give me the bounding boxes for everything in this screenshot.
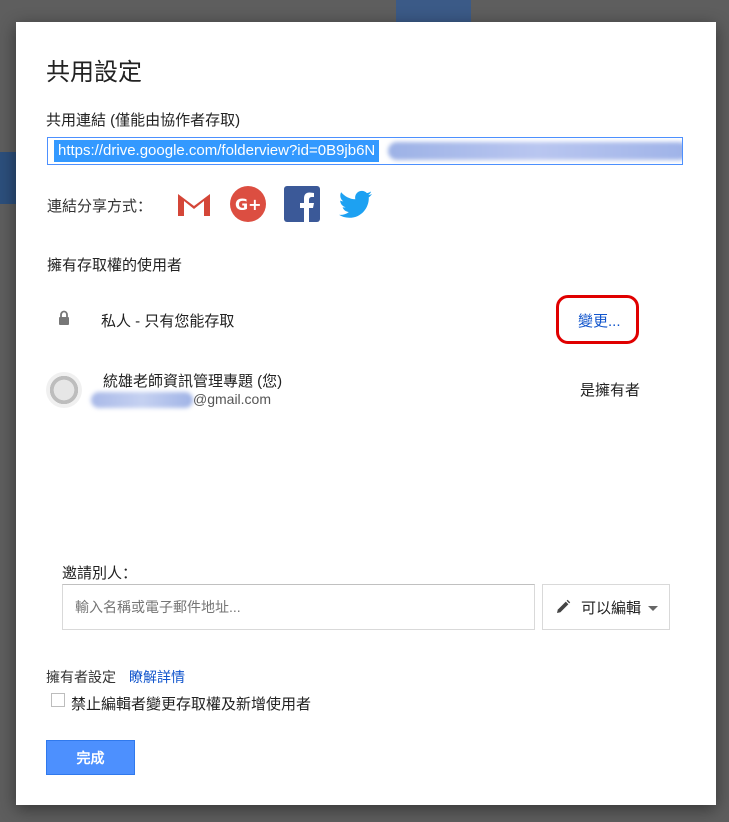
owner-role: 是擁有者 [580, 382, 641, 399]
restrict-editors-label: 禁止編輯者變更存取權及新增使用者 [71, 696, 312, 713]
share-link-field[interactable]: https://drive.google.com/folderview?id=0… [47, 137, 683, 165]
access-level-text: 私人 - 只有您能存取 [101, 313, 235, 330]
email-redaction-blur [91, 392, 193, 408]
avatar [46, 372, 82, 408]
gmail-icon[interactable] [174, 184, 214, 224]
share-via-label: 連結分享方式： [47, 198, 153, 215]
svg-text:G+: G+ [235, 195, 262, 214]
sharing-dialog: 共用設定 共用連結 (僅能由協作者存取) https://drive.googl… [16, 22, 716, 805]
share-link-label: 共用連結 (僅能由協作者存取) [46, 112, 241, 129]
share-link-value: https://drive.google.com/folderview?id=0… [54, 140, 380, 162]
twitter-icon[interactable] [336, 184, 376, 224]
google-plus-icon[interactable]: G+ [228, 184, 268, 224]
invite-input[interactable] [62, 584, 535, 630]
permission-dropdown[interactable]: 可以編輯 [542, 584, 670, 630]
redaction-blur [388, 142, 682, 160]
background-search-button [396, 0, 471, 22]
invite-label: 邀請別人： [62, 565, 138, 582]
chevron-down-icon [648, 605, 659, 611]
annotation-circle [556, 295, 639, 344]
dialog-title: 共用設定 [46, 59, 142, 86]
lock-icon [59, 310, 69, 325]
facebook-icon[interactable] [282, 184, 322, 224]
background-sidebar [0, 152, 16, 204]
done-button[interactable]: 完成 [46, 740, 135, 775]
owner-email: @gmail.com [193, 391, 272, 407]
users-section-title: 擁有存取權的使用者 [47, 257, 183, 274]
restrict-editors-checkbox[interactable] [51, 693, 65, 707]
owner-settings-label: 擁有者設定 [46, 669, 116, 685]
learn-more-link[interactable]: 瞭解詳情 [129, 667, 185, 687]
permission-label: 可以編輯 [581, 599, 642, 617]
owner-name: 統雄老師資訊管理專題 (您) [103, 373, 283, 390]
pencil-icon [557, 599, 571, 613]
